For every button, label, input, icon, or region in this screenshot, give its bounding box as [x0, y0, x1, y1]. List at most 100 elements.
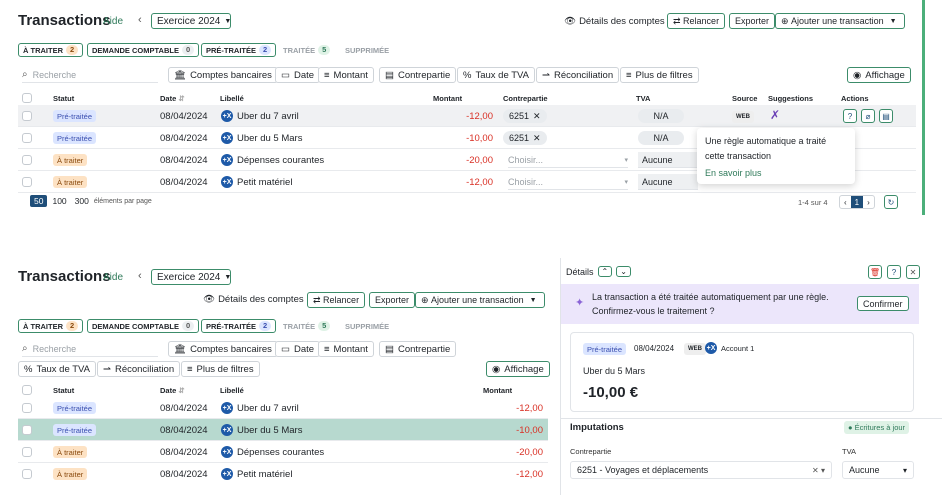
confirm-button[interactable]: Confirmer	[857, 296, 909, 311]
table-row[interactable]: Pré-traitée 08/04/2024 +X Uber du 7 avri…	[18, 105, 916, 127]
help-link[interactable]: Aide	[103, 16, 123, 27]
header-status[interactable]: Statut	[53, 94, 74, 103]
filter-amount[interactable]: ≡ Montant	[318, 341, 374, 357]
tab-demande-comptable[interactable]: DEMANDE COMPTABLE 0	[87, 43, 200, 57]
header-suggestions[interactable]: Suggestions	[768, 94, 813, 103]
header-label[interactable]: Libellé	[220, 94, 244, 103]
row-checkbox[interactable]	[22, 111, 32, 121]
row-checkbox[interactable]	[22, 469, 32, 479]
row-checkbox[interactable]	[22, 403, 32, 413]
tab-demande-comptable[interactable]: DEMANDE COMPTABLE 0	[87, 319, 200, 333]
prev-chevron-up-icon[interactable]: ⌃	[597, 266, 613, 277]
select-all-checkbox[interactable]	[22, 385, 32, 395]
header-status[interactable]: Statut	[53, 386, 74, 395]
search-field[interactable]: ⌕ Recherche	[22, 67, 158, 83]
search-field[interactable]: ⌕ Recherche	[22, 341, 158, 357]
tab-supprimee[interactable]: SUPPRIMÉE	[341, 319, 393, 333]
comment-icon[interactable]: ▤	[879, 109, 893, 123]
account-details-link[interactable]: 👁 Détails des comptes	[564, 16, 665, 27]
header-label[interactable]: Libellé	[220, 386, 244, 395]
table-row[interactable]: À traiter 08/04/2024 +X Dépenses courant…	[18, 441, 548, 463]
account-details-link[interactable]: 👁 Détails des comptes	[203, 294, 304, 305]
tab-traitee[interactable]: TRAITÉE 5	[279, 43, 334, 57]
display-button[interactable]: ◉ Affichage	[847, 67, 911, 83]
page-size-option[interactable]: 300	[72, 195, 92, 207]
close-icon[interactable]: ✕	[533, 133, 541, 144]
counterpart-chip[interactable]: 6251 ✕	[503, 109, 547, 123]
help-action-icon[interactable]: ?	[843, 109, 857, 123]
vat-chip[interactable]: N/A	[638, 109, 684, 123]
row-checkbox[interactable]	[22, 447, 32, 457]
row-checkbox[interactable]	[22, 425, 32, 435]
display-button[interactable]: ◉ Affichage	[486, 361, 550, 377]
attachment-icon[interactable]: ⌀	[861, 109, 875, 123]
page-size-option[interactable]: 100	[49, 195, 69, 207]
filter-counterpart[interactable]: ▤ Contrepartie	[379, 67, 457, 83]
filter-bank-accounts[interactable]: 🏛 Comptes bancaires	[168, 341, 278, 357]
next-page-icon[interactable]: ›	[863, 196, 874, 208]
header-source[interactable]: Source	[732, 94, 757, 103]
delete-icon[interactable]: 🗑	[868, 265, 882, 279]
close-icon[interactable]: ✕	[533, 111, 541, 122]
page-size-option[interactable]: 50	[30, 195, 48, 207]
counterpart-select[interactable]: 6251 - Voyages et déplacements ✕ ▾	[570, 461, 832, 479]
back-chevron-icon[interactable]: ‹	[138, 14, 142, 26]
add-transaction-button[interactable]: ⊕ Ajouter une transaction ▼	[415, 292, 545, 308]
row-checkbox[interactable]	[22, 155, 32, 165]
add-transaction-button[interactable]: ⊕ Ajouter une transaction ▼	[775, 13, 905, 29]
table-row[interactable]: Pré-traitée 08/04/2024 +X Uber du 7 avri…	[18, 397, 548, 419]
filter-reconciliation[interactable]: ⇀ Réconciliation	[536, 67, 620, 83]
filter-bank-accounts[interactable]: 🏛 Comptes bancaires	[168, 67, 278, 83]
next-chevron-down-icon[interactable]: ⌄	[616, 266, 631, 277]
tab-pre-traitee[interactable]: PRÉ-TRAITÉE 2	[201, 319, 277, 333]
row-checkbox[interactable]	[22, 177, 32, 187]
vat-select[interactable]: Aucune ▾	[842, 461, 914, 479]
vat-chip[interactable]: N/A	[638, 131, 684, 145]
clear-caret-icon[interactable]: ✕ ▾	[812, 466, 825, 475]
tab-traitee[interactable]: TRAITÉE 5	[279, 319, 334, 333]
filter-amount[interactable]: ≡ Montant	[318, 67, 374, 83]
learn-more-link[interactable]: En savoir plus	[705, 168, 847, 178]
counterpart-select[interactable]: Choisir... ▾	[508, 174, 628, 190]
row-checkbox[interactable]	[22, 133, 32, 143]
exercise-select[interactable]: Exercice 2024 ▼	[151, 13, 231, 29]
vat-select[interactable]: Aucune	[638, 152, 698, 168]
tab-a-traiter[interactable]: À TRAITER 2	[18, 43, 84, 57]
help-icon[interactable]: ?	[887, 265, 901, 279]
exercise-select[interactable]: Exercice 2024 ▼	[151, 269, 231, 285]
back-chevron-icon[interactable]: ‹	[138, 270, 142, 282]
filter-more[interactable]: ≡ Plus de filtres	[181, 361, 260, 377]
header-counterpart[interactable]: Contrepartie	[503, 94, 548, 103]
filter-reconciliation[interactable]: ⇀ Réconciliation	[97, 361, 181, 377]
filter-date[interactable]: ▭ Date	[275, 67, 321, 83]
counterpart-select[interactable]: Choisir... ▾	[508, 152, 628, 168]
table-row-selected[interactable]: Pré-traitée 08/04/2024 +X Uber du 5 Mars…	[18, 419, 548, 441]
page-number[interactable]: 1	[850, 196, 864, 208]
filter-more[interactable]: ≡ Plus de filtres	[620, 67, 699, 83]
header-date[interactable]: Date ⇵	[160, 386, 185, 395]
relancer-button[interactable]: ⇄ Relancer	[307, 292, 366, 308]
export-button[interactable]: Exporter	[369, 292, 416, 308]
filter-date[interactable]: ▭ Date	[275, 341, 321, 357]
magic-wand-icon[interactable]: ✗	[770, 108, 780, 122]
select-all-checkbox[interactable]	[22, 93, 32, 103]
help-link[interactable]: Aide	[103, 272, 123, 283]
prev-page-icon[interactable]: ‹	[840, 196, 851, 208]
filter-vat-rate[interactable]: % Taux de TVA	[457, 67, 535, 83]
filter-vat-rate[interactable]: % Taux de TVA	[18, 361, 96, 377]
header-amount[interactable]: Montant	[433, 94, 462, 103]
header-vat[interactable]: TVA	[636, 94, 650, 103]
close-icon[interactable]: ✕	[906, 265, 920, 279]
tab-pre-traitee[interactable]: PRÉ-TRAITÉE 2	[201, 43, 277, 57]
tab-a-traiter[interactable]: À TRAITER 2	[18, 319, 84, 333]
header-date[interactable]: Date ⇵	[160, 94, 185, 103]
tab-supprimee[interactable]: SUPPRIMÉE	[341, 43, 393, 57]
refresh-icon[interactable]: ↻	[884, 195, 898, 209]
header-amount[interactable]: Montant	[483, 386, 512, 395]
relancer-button[interactable]: ⇄ Relancer	[667, 13, 726, 29]
filter-counterpart[interactable]: ▤ Contrepartie	[379, 341, 457, 357]
export-button[interactable]: Exporter	[729, 13, 776, 29]
counterpart-chip[interactable]: 6251 ✕	[503, 131, 547, 145]
vat-select[interactable]: Aucune	[638, 174, 698, 190]
table-row[interactable]: À traiter 08/04/2024 +X Petit matériel -…	[18, 463, 548, 485]
